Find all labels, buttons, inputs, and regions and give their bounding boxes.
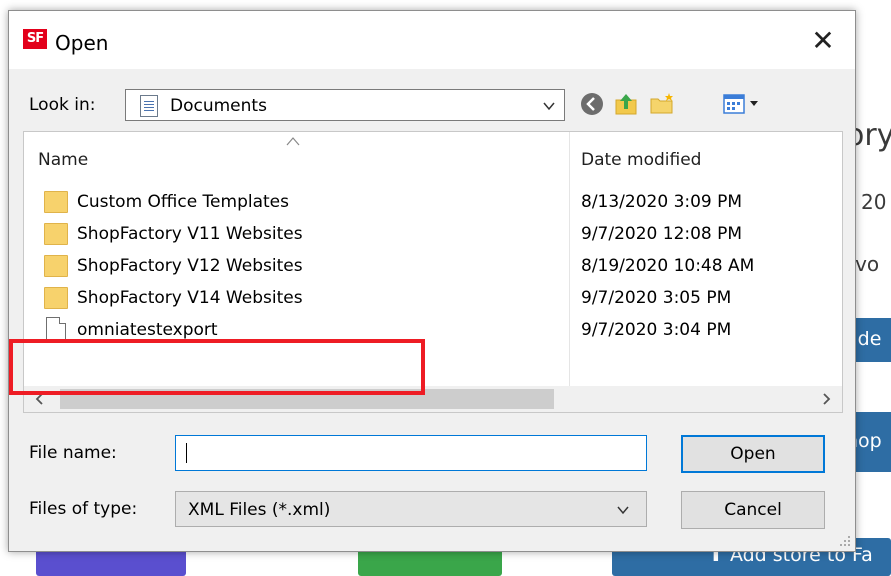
- file-date: 9/7/2020 3:05 PM: [581, 288, 732, 308]
- chevron-down-icon: [543, 102, 555, 111]
- chevron-down-icon: [617, 506, 629, 515]
- list-item[interactable]: ShopFactory V14 Websites 9/7/2020 3:05 P…: [24, 282, 842, 314]
- close-button[interactable]: ✕: [803, 23, 843, 59]
- look-in-dropdown[interactable]: Documents: [125, 89, 565, 121]
- view-menu-icon[interactable]: [721, 91, 765, 117]
- open-file-dialog: SF Open ✕ Look in: Documents Name Date m…: [8, 10, 856, 552]
- file-name-label: File name:: [29, 443, 117, 463]
- file-name: Custom Office Templates: [77, 192, 289, 212]
- file-date: 9/7/2020 12:08 PM: [581, 224, 743, 244]
- title-bar: SF Open ✕: [9, 11, 855, 69]
- list-item[interactable]: ShopFactory V12 Websites 8/19/2020 10:48…: [24, 250, 842, 282]
- folder-icon: [44, 223, 68, 245]
- resize-grip-icon[interactable]: [837, 533, 851, 547]
- file-name: ShopFactory V11 Websites: [77, 224, 303, 244]
- folder-icon: [44, 191, 68, 213]
- list-item[interactable]: ShopFactory V11 Websites 9/7/2020 12:08 …: [24, 218, 842, 250]
- scroll-right-icon[interactable]: [816, 389, 836, 409]
- file-name: ShopFactory V14 Websites: [77, 288, 303, 308]
- file-date: 9/7/2020 3:04 PM: [581, 320, 732, 340]
- file-name: ShopFactory V12 Websites: [77, 256, 303, 276]
- file-type-select[interactable]: XML Files (*.xml): [175, 491, 647, 527]
- look-in-label: Look in:: [29, 95, 96, 115]
- back-icon[interactable]: [579, 91, 605, 117]
- new-folder-icon[interactable]: [649, 91, 675, 117]
- file-type-label: Files of type:: [29, 499, 138, 519]
- file-date: 8/13/2020 3:09 PM: [581, 192, 743, 212]
- folder-icon: [44, 255, 68, 277]
- file-date: 8/19/2020 10:48 AM: [581, 256, 755, 276]
- column-header-date-modified[interactable]: Date modified: [581, 150, 701, 170]
- dialog-title: Open: [55, 31, 109, 55]
- column-header-name[interactable]: Name: [38, 150, 88, 170]
- folder-icon: [44, 287, 68, 309]
- file-name: omniatestexport: [77, 320, 218, 340]
- open-button[interactable]: Open: [681, 435, 825, 473]
- documents-icon: [140, 95, 158, 117]
- list-item[interactable]: Custom Office Templates 8/13/2020 3:09 P…: [24, 186, 842, 218]
- up-folder-icon[interactable]: [613, 91, 639, 117]
- file-type-value: XML Files (*.xml): [188, 500, 331, 520]
- sort-ascending-icon: [286, 137, 300, 146]
- cancel-button[interactable]: Cancel: [681, 491, 825, 529]
- look-in-value: Documents: [170, 96, 267, 116]
- file-name-input[interactable]: [175, 435, 647, 471]
- highlight-box: [9, 339, 425, 395]
- text-caret: [186, 443, 187, 463]
- app-logo: SF: [23, 29, 47, 49]
